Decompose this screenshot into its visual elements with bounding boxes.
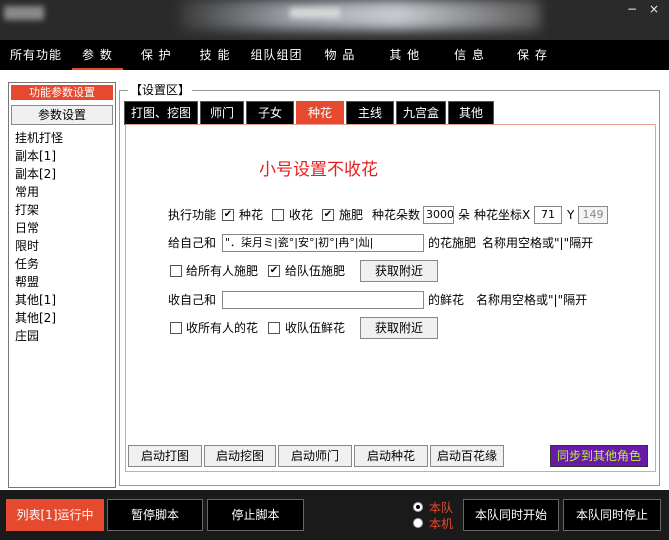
list-item-other-2[interactable]: 其他[2]: [15, 309, 111, 327]
team-stop-all-button[interactable]: 本队同时停止: [563, 499, 661, 531]
fertilize-names-suffix: 的花施肥: [428, 236, 477, 250]
plant-checkbox[interactable]: ✔: [222, 209, 234, 221]
collect-checkbox[interactable]: [272, 209, 284, 221]
coord-y-input[interactable]: 149: [578, 206, 608, 224]
list-item-fight[interactable]: 打架: [15, 201, 111, 219]
list-item-other-1[interactable]: 其他[1]: [15, 291, 111, 309]
team-start-all-button[interactable]: 本队同时开始: [463, 499, 559, 531]
tab-treasure-map[interactable]: 打图、挖图: [124, 101, 198, 125]
page-heading: 小号设置不收花: [259, 160, 378, 180]
fertilize-team-label: 给队伍施肥: [285, 264, 346, 278]
list-item-quest[interactable]: 任务: [15, 255, 111, 273]
settings-tabs: 打图、挖图 师门 子女 种花 主线 九宫盒 其他: [124, 101, 496, 125]
coord-x-input[interactable]: 71: [534, 206, 562, 224]
menu-skills[interactable]: 技 能: [190, 40, 241, 70]
tab-other[interactable]: 其他: [448, 101, 494, 125]
start-planting-button[interactable]: 启动种花: [354, 445, 428, 467]
radio-machine-button[interactable]: [413, 518, 423, 528]
settings-group-label: 【设置区】: [128, 82, 193, 98]
menu-all-functions[interactable]: 所有功能: [0, 40, 72, 70]
fertilize-team-checkbox[interactable]: ✔: [268, 265, 280, 277]
execute-function-label: 执行功能: [168, 208, 217, 222]
radio-team-row[interactable]: 本队: [413, 500, 454, 515]
radio-team-label: 本队: [429, 500, 454, 515]
list-item-common[interactable]: 常用: [15, 183, 111, 201]
pause-script-button[interactable]: 暂停脚本: [107, 499, 203, 531]
fertilize-all-label: 给所有人施肥: [186, 264, 259, 278]
sync-to-other-characters-button[interactable]: 同步到其他角色: [550, 445, 648, 467]
parameter-settings-button[interactable]: 参数设置: [11, 105, 113, 125]
close-icon[interactable]: ×: [646, 2, 662, 16]
collect-team-label: 收队伍鲜花: [285, 321, 346, 335]
collect-names-suffix: 的鲜花: [428, 293, 465, 307]
start-treasure-map-button[interactable]: 启动打图: [128, 445, 202, 467]
collect-names-input[interactable]: [222, 291, 424, 309]
menu-info[interactable]: 信 息: [444, 40, 495, 70]
minimize-icon[interactable]: −: [624, 2, 640, 16]
menu-other[interactable]: 其 他: [379, 40, 430, 70]
tab-nine-palace[interactable]: 九宫盒: [396, 101, 446, 125]
get-nearby-collect-button[interactable]: 获取附近: [360, 317, 438, 339]
list-item-dungeon-2[interactable]: 副本[2]: [15, 165, 111, 183]
list-item-hang-fight[interactable]: 挂机打怪: [15, 129, 111, 147]
fertilize-all-checkbox[interactable]: [170, 265, 182, 277]
bottom-bar: 列表[1]运行中 暂停脚本 停止脚本 本队 本机 本队同时开始 本队同时停止: [0, 490, 669, 540]
tab-sect[interactable]: 师门: [200, 101, 244, 125]
tab-planting[interactable]: 种花: [296, 101, 344, 125]
collect-team-checkbox[interactable]: [268, 322, 280, 334]
fertilize-names-hint: 名称用空格或"|"隔开: [482, 236, 594, 250]
start-hundred-flowers-button[interactable]: 启动百花缘: [430, 445, 504, 467]
list-item-daily[interactable]: 日常: [15, 219, 111, 237]
list-item-dungeon-1[interactable]: 副本[1]: [15, 147, 111, 165]
menu-team[interactable]: 组队组团: [241, 40, 313, 70]
blurred-title-background: [180, 0, 540, 30]
radio-machine-row[interactable]: 本机: [413, 516, 454, 531]
title-bar: − ×: [0, 0, 669, 40]
start-sect-button[interactable]: 启动师门: [278, 445, 352, 467]
collect-names-hint: 名称用空格或"|"隔开: [476, 293, 588, 307]
tab-children[interactable]: 子女: [246, 101, 294, 125]
coord-y-label: Y: [567, 208, 575, 222]
function-list: 挂机打怪 副本[1] 副本[2] 常用 打架 日常 限时 任务 帮盟 其他[1]…: [15, 129, 111, 345]
get-nearby-fertilize-button[interactable]: 获取附近: [360, 260, 438, 282]
plant-label: 种花: [239, 208, 264, 222]
menu-protection[interactable]: 保 护: [131, 40, 182, 70]
blurred-title-text: [290, 8, 340, 18]
stop-script-button[interactable]: 停止脚本: [207, 499, 304, 531]
flower-count-input[interactable]: 3000: [423, 206, 454, 224]
radio-machine-label: 本机: [429, 516, 454, 531]
list-item-guild[interactable]: 帮盟: [15, 273, 111, 291]
left-panel: 功能参数设置 参数设置 挂机打怪 副本[1] 副本[2] 常用 打架 日常 限时…: [8, 82, 116, 488]
fertilize-names-input[interactable]: "．柒月ミ|瓷°|安°|初°|冉°|灿|: [222, 234, 424, 252]
collect-label: 收花: [289, 208, 314, 222]
left-panel-title: 功能参数设置: [11, 85, 113, 100]
list-running-status-button[interactable]: 列表[1]运行中: [6, 499, 104, 531]
menu-parameters[interactable]: 参 数: [72, 40, 123, 70]
planting-tab-content: 小号设置不收花 执行功能 ✔ 种花 收花 ✔ 施肥 种花朵数 3000 朵 种花…: [125, 124, 656, 472]
flower-count-label: 种花朵数: [372, 208, 421, 222]
fertilize-checkbox[interactable]: ✔: [322, 209, 334, 221]
collect-names-prefix: 收自己和: [168, 293, 217, 307]
menu-save[interactable]: 保 存: [507, 40, 558, 70]
list-item-limited[interactable]: 限时: [15, 237, 111, 255]
app-icon: [4, 6, 44, 20]
tab-main-quest[interactable]: 主线: [346, 101, 394, 125]
start-dig-map-button[interactable]: 启动挖图: [204, 445, 276, 467]
fertilize-label: 施肥: [339, 208, 364, 222]
collect-all-checkbox[interactable]: [170, 322, 182, 334]
menu-bar: 所有功能 参 数 保 护 技 能 组队组团 物 品 其 他 信 息 保 存: [0, 40, 669, 70]
radio-team-button[interactable]: [413, 502, 423, 512]
flower-count-unit: 朵: [458, 208, 471, 222]
menu-items[interactable]: 物 品: [315, 40, 366, 70]
fertilize-names-prefix: 给自己和: [168, 236, 217, 250]
collect-all-label: 收所有人的花: [186, 321, 259, 335]
plant-coord-x-label: 种花坐标X: [474, 208, 531, 222]
list-item-manor[interactable]: 庄园: [15, 327, 111, 345]
